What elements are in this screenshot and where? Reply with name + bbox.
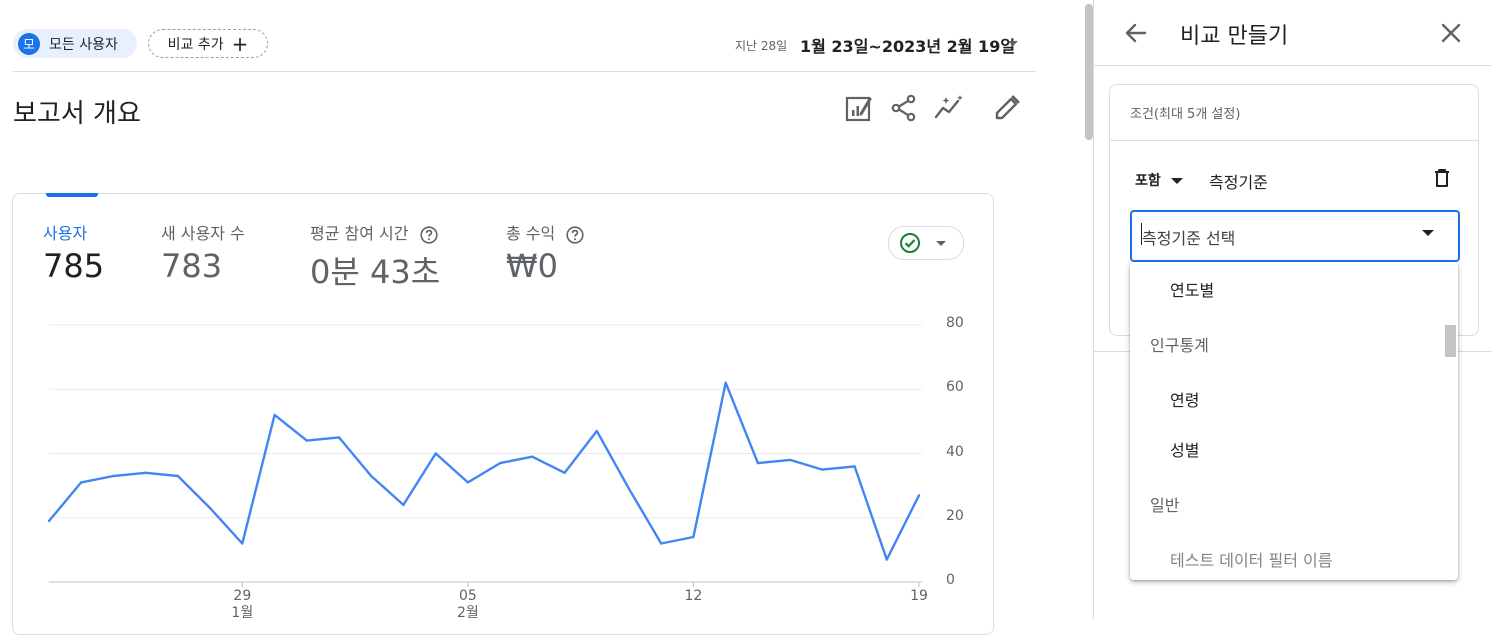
data-point <box>853 465 856 468</box>
include-selector[interactable]: 포함 <box>1135 170 1161 190</box>
close-icon[interactable] <box>1439 21 1463 45</box>
x-tick-label: 12 <box>684 588 703 604</box>
page-scrollbar[interactable] <box>1085 4 1093 140</box>
dimension-select-placeholder: 측정기준 선택 <box>1142 229 1236 248</box>
dimension-dropdown-menu: 연도별 인구통계 연령 성별 일반 테스트 데이터 필터 이름 <box>1130 262 1458 580</box>
conditions-divider <box>1110 140 1478 141</box>
dropdown-group-general: 일반 <box>1150 496 1180 515</box>
dropdown-item-gender[interactable]: 성별 <box>1170 437 1199 461</box>
x-tick-sublabel: 1월 <box>231 605 254 621</box>
data-point <box>821 468 824 471</box>
panel-title: 비교 만들기 <box>1180 24 1289 49</box>
include-dropdown-icon[interactable] <box>1171 178 1183 184</box>
data-point <box>466 481 470 484</box>
data-point <box>370 474 373 478</box>
data-point <box>176 474 180 478</box>
back-arrow-icon[interactable] <box>1123 20 1149 46</box>
y-tick-label: 40 <box>946 443 964 460</box>
data-point <box>498 461 502 465</box>
dropdown-item-age[interactable]: 연령 <box>1170 387 1199 411</box>
data-point <box>47 519 51 523</box>
data-point <box>273 413 276 417</box>
data-point <box>337 436 341 439</box>
x-tick-sublabel: 2월 <box>456 605 479 621</box>
x-tick-label: 19 <box>910 588 928 604</box>
panel-header-divider <box>1094 65 1492 66</box>
data-point <box>531 455 534 458</box>
data-point <box>627 487 631 491</box>
users-series-line <box>48 381 921 561</box>
data-point <box>305 439 308 442</box>
data-point <box>756 461 760 465</box>
data-point <box>402 503 405 507</box>
panel-divider <box>1093 0 1094 619</box>
y-tick-label: 20 <box>946 507 964 524</box>
data-point <box>563 471 566 474</box>
y-tick-label: 60 <box>946 379 964 396</box>
data-point <box>80 481 83 484</box>
data-point <box>917 494 921 497</box>
data-point <box>724 381 727 385</box>
data-point <box>788 458 792 462</box>
data-point <box>241 542 244 545</box>
data-point <box>660 542 663 545</box>
data-point <box>692 535 695 539</box>
dropdown-item-test-filter[interactable]: 테스트 데이터 필터 이름 <box>1170 547 1332 571</box>
data-point <box>144 471 147 474</box>
dropdown-group-demographics: 인구통계 <box>1150 336 1209 355</box>
y-tick-label: 80 <box>946 315 964 331</box>
conditions-header: 조건(최대 5개 설정) <box>1130 107 1241 122</box>
dimension-dropdown-icon[interactable] <box>1422 230 1434 236</box>
data-point <box>595 429 598 433</box>
dropdown-item-yearly[interactable]: 연도별 <box>1170 277 1214 301</box>
y-tick-label: 0 <box>946 572 955 588</box>
data-point <box>112 474 115 478</box>
data-point <box>885 558 888 561</box>
data-point <box>434 452 437 455</box>
data-point <box>208 506 212 510</box>
dimension-label: 측정기준 <box>1209 173 1268 192</box>
delete-icon[interactable] <box>1433 168 1451 188</box>
dropdown-scrollbar[interactable] <box>1445 325 1456 357</box>
